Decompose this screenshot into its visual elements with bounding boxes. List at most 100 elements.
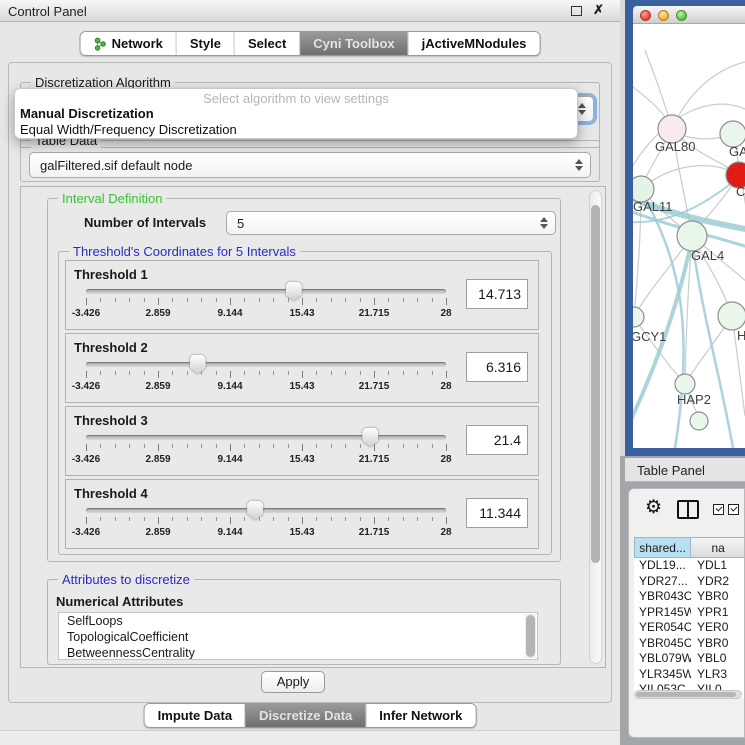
network-node-bottom[interactable]	[690, 412, 708, 430]
slider-thumb[interactable]	[190, 355, 206, 374]
list-scrollbar-thumb[interactable]	[526, 615, 535, 657]
list-item-topologicalcoefficient[interactable]: TopologicalCoefficient	[59, 629, 537, 645]
close-traffic-light-icon[interactable]	[640, 10, 651, 21]
horizontal-scrollbar[interactable]	[634, 690, 742, 699]
control-panel-title: Control Panel	[8, 4, 87, 19]
threshold-panel: Threshold 3 -3.4262.8599.14415.4321.7152…	[65, 406, 539, 476]
table-row[interactable]: YDR27...YDR2	[634, 574, 745, 590]
network-view[interactable]: GAL80GACGAL11GAL4GCY1HHAP2	[633, 24, 745, 448]
threshold-value-field[interactable]: 6.316	[466, 352, 528, 382]
tab-style[interactable]: Style	[176, 32, 234, 55]
list-scrollbar[interactable]	[525, 614, 536, 658]
close-icon[interactable]: ✗	[593, 2, 604, 18]
table-row[interactable]: YBL079WYBL0	[634, 651, 745, 667]
attributes-to-discretize-group: Attributes to discretize Numerical Attri…	[47, 579, 561, 665]
network-node-right-mid[interactable]	[718, 302, 745, 330]
bottom-tab-infer-network[interactable]: Infer Network	[365, 704, 475, 727]
network-node-gal4[interactable]	[677, 221, 707, 251]
threshold-label: Threshold 4	[74, 486, 148, 501]
zoom-traffic-light-icon[interactable]	[676, 10, 687, 21]
bottom-tab-discretize-data[interactable]: Discretize Data	[245, 704, 365, 727]
numerical-attributes-label: Numerical Attributes	[56, 594, 183, 609]
cell-name: YDL1	[691, 558, 745, 574]
tab-cyni-toolbox[interactable]: Cyni Toolbox	[299, 32, 407, 55]
threshold-slider[interactable]: -3.4262.8599.14415.4321.71528	[86, 281, 446, 327]
algorithm-placeholder: Select algorithm to view settings	[15, 89, 577, 105]
threshold-value-field[interactable]: 21.4	[466, 425, 528, 455]
slider-ticks	[86, 444, 446, 452]
network-node-hap2[interactable]	[675, 374, 695, 394]
algorithm-option-manual-discretization[interactable]: Manual Discretization	[15, 105, 577, 121]
table-row[interactable]: YER054CYER0	[634, 620, 745, 636]
slider-track[interactable]	[86, 435, 446, 440]
list-item-selfloops[interactable]: SelfLoops	[59, 613, 537, 629]
minimize-traffic-light-icon[interactable]	[658, 10, 669, 21]
network-canvas[interactable]: GAL80GACGAL11GAL4GCY1HHAP2	[633, 24, 745, 448]
float-window-icon[interactable]	[571, 6, 582, 16]
scrollbar-thumb[interactable]	[636, 692, 736, 697]
scrollbar-thumb[interactable]	[591, 205, 600, 563]
threshold-panel: Threshold 1 -3.4262.8599.14415.4321.7152…	[65, 260, 539, 330]
interval-definition-title: Interval Definition	[58, 191, 166, 206]
slider-track[interactable]	[86, 508, 446, 513]
node-label-h: H	[737, 328, 745, 343]
tab-label: Infer Network	[379, 708, 462, 723]
table-data-combobox[interactable]: galFiltered.sif default node	[29, 152, 591, 178]
tab-label: Style	[190, 36, 221, 51]
tab-select[interactable]: Select	[234, 32, 299, 55]
cell-name: YPR1	[691, 605, 745, 621]
threshold-slider[interactable]: -3.4262.8599.14415.4321.71528	[86, 500, 446, 546]
network-node-gcy1[interactable]	[633, 307, 644, 327]
split-columns-icon[interactable]	[677, 500, 699, 519]
slider-ticks	[86, 517, 446, 525]
slider-thumb[interactable]	[362, 428, 378, 447]
tab-label: Cyni Toolbox	[313, 36, 394, 51]
algorithm-option-equal-width-frequency-discretization[interactable]: Equal Width/Frequency Discretization	[15, 121, 577, 137]
vertical-scrollbar[interactable]	[589, 190, 602, 664]
table-toolbar: ⚙	[629, 489, 745, 533]
checkbox-checked-icon[interactable]	[728, 504, 739, 515]
network-edge[interactable]	[672, 62, 745, 129]
slider-tick-labels: -3.4262.8599.14415.4321.71528	[86, 381, 446, 393]
gear-icon[interactable]: ⚙	[645, 497, 662, 519]
table-row[interactable]: YBR045CYBR0	[634, 636, 745, 652]
slider-thumb[interactable]	[247, 501, 263, 520]
node-label-gal80: GAL80	[655, 139, 695, 154]
table-row[interactable]: YPR145WYPR1	[634, 605, 745, 621]
column-header-shared-name[interactable]: shared...	[634, 537, 691, 558]
bottom-tab-impute-data[interactable]: Impute Data	[145, 704, 245, 727]
table-row[interactable]: YDL19...YDL1	[634, 558, 745, 574]
number-of-intervals-combobox[interactable]: 5	[226, 211, 556, 235]
cell-shared-name: YBR045C	[634, 636, 691, 652]
apply-button[interactable]: Apply	[261, 671, 325, 693]
table-row[interactable]: YLR345WYLR3	[634, 667, 745, 683]
slider-thumb[interactable]	[286, 282, 302, 301]
table-row[interactable]: YBR043CYBR0	[634, 589, 745, 605]
cyni-toolbox-panel: Discretization Algorithm Select algorith…	[8, 62, 612, 703]
threshold-value-field[interactable]: 14.713	[466, 279, 528, 309]
threshold-slider[interactable]: -3.4262.8599.14415.4321.71528	[86, 354, 446, 400]
cell-shared-name: YPR145W	[634, 605, 691, 621]
network-window: GAL80GACGAL11GAL4GCY1HHAP2	[625, 0, 745, 456]
tab-network[interactable]: Network	[81, 32, 176, 55]
threshold-slider[interactable]: -3.4262.8599.14415.4321.71528	[86, 427, 446, 473]
tab-label: Impute Data	[158, 708, 232, 723]
control-panel: Control Panel ✗ Network Style Select Cyni T…	[0, 0, 620, 745]
thresholds-group-title: Threshold's Coordinates for 5 Intervals	[69, 244, 300, 259]
threshold-value-field[interactable]: 11.344	[466, 498, 528, 528]
network-edge[interactable]	[641, 166, 739, 189]
list-item-betweennesscentrality[interactable]: BetweennessCentrality	[59, 645, 537, 660]
slider-track[interactable]	[86, 289, 446, 294]
node-label-hap2: HAP2	[677, 392, 711, 407]
cell-name: YLR3	[691, 667, 745, 683]
control-tabs: Network Style Select Cyni Toolbox jActiveMNo…	[80, 31, 541, 56]
threshold-label: Threshold 2	[74, 340, 148, 355]
threshold-panel: Threshold 4 -3.4262.8599.14415.4321.7152…	[65, 479, 539, 549]
column-header-name[interactable]: na	[691, 537, 745, 558]
checkbox-checked-icon[interactable]	[713, 504, 724, 515]
settings-scroll-panel: Interval Definition Number of Intervals …	[20, 186, 606, 668]
slider-track[interactable]	[86, 362, 446, 367]
network-edge-highlighted[interactable]	[641, 191, 684, 448]
screenshot-root: Control Panel ✗ Network Style Select Cyni T…	[0, 0, 745, 745]
tab-jactivemnodules[interactable]: jActiveMNodules	[408, 32, 540, 55]
